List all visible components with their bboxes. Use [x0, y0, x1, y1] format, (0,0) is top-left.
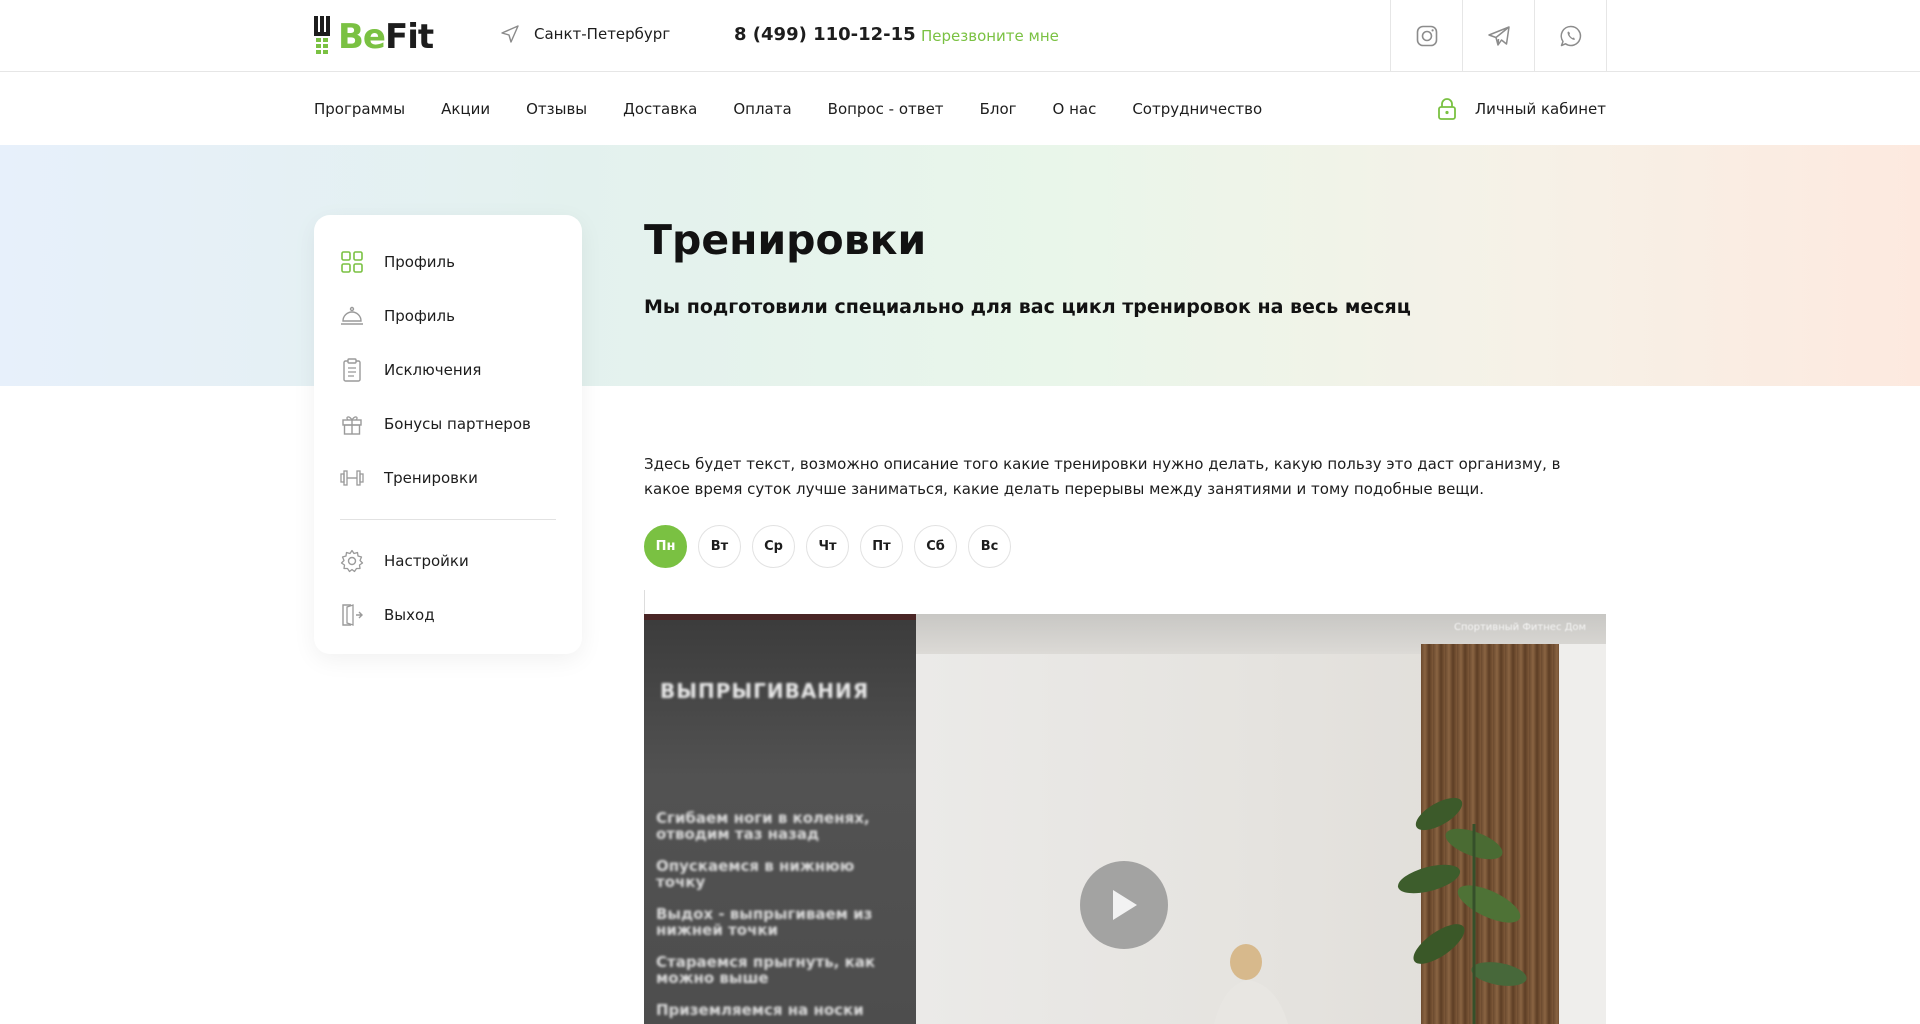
- exercise-step: Стараемся прыгнуть, как можно выше: [656, 953, 876, 987]
- city-selector[interactable]: Санкт-Петербург: [500, 24, 670, 44]
- lock-icon: [1438, 98, 1456, 120]
- gift-icon: [340, 412, 364, 436]
- day-button-wed[interactable]: Ср: [752, 525, 795, 568]
- account-label: Личный кабинет: [1474, 100, 1606, 118]
- nav-item-programs[interactable]: Программы: [314, 100, 405, 118]
- top-header: BeFit Санкт-Петербург 8 (499) 110-12-15 …: [0, 0, 1920, 72]
- sidebar-item-settings[interactable]: Настройки: [340, 534, 582, 588]
- account-sidebar: Профиль Профиль Исключения Бонусы партне…: [314, 215, 582, 654]
- phone-number[interactable]: 8 (499) 110-12-15: [734, 24, 916, 45]
- location-arrow-icon: [501, 25, 519, 43]
- exercise-step: Приземляемся на носки: [656, 1001, 864, 1019]
- nav-item-about[interactable]: О нас: [1053, 100, 1097, 118]
- logout-icon: [340, 603, 364, 627]
- nav-item-payment[interactable]: Оплата: [733, 100, 791, 118]
- whatsapp-icon[interactable]: [1535, 0, 1607, 72]
- day-button-sun[interactable]: Вс: [968, 525, 1011, 568]
- city-label: Санкт-Петербург: [534, 25, 671, 43]
- sidebar-item-label: Тренировки: [384, 469, 478, 487]
- clipboard-icon: [340, 358, 364, 382]
- video-panel-edge: [644, 614, 916, 620]
- cloche-icon: [340, 304, 364, 328]
- exercise-step: Выдох - выпрыгиваем из нижней точки: [656, 905, 873, 939]
- exercise-step: Сгибаем ноги в коленях, отводим таз наза…: [656, 809, 870, 843]
- weekday-selector: Пн Вт Ср Чт Пт Сб Вс: [644, 525, 1011, 568]
- dumbbell-icon: [340, 466, 364, 490]
- sidebar-item-partner-bonuses[interactable]: Бонусы партнеров: [340, 397, 582, 451]
- sidebar-item-logout[interactable]: Выход: [340, 588, 582, 642]
- sidebar-item-exclusions[interactable]: Исключения: [340, 343, 582, 397]
- hero-banner: [0, 145, 1920, 386]
- nav-item-blog[interactable]: Блог: [980, 100, 1017, 118]
- gear-icon: [340, 549, 364, 573]
- logo-text: BeFit: [338, 17, 434, 57]
- page-subtitle: Мы подготовили специально для вас цикл т…: [644, 296, 1411, 318]
- nav-item-faq[interactable]: Вопрос - ответ: [828, 100, 944, 118]
- fork-icon: [314, 16, 330, 54]
- sidebar-item-workouts[interactable]: Тренировки: [340, 451, 582, 505]
- nav-item-delivery[interactable]: Доставка: [623, 100, 697, 118]
- exercise-title: ВЫПРЫГИВАНИЯ: [660, 679, 870, 703]
- day-button-thu[interactable]: Чт: [806, 525, 849, 568]
- account-link[interactable]: Личный кабинет: [1437, 73, 1606, 145]
- plant-image: [1397, 797, 1527, 1024]
- sidebar-divider: [340, 519, 556, 520]
- workout-video[interactable]: ВЫПРЫГИВАНИЯ Сгибаем ноги в коленях, отв…: [644, 614, 1606, 1024]
- play-button[interactable]: [1080, 861, 1168, 949]
- workouts-description: Здесь будет текст, возможно описание тог…: [644, 455, 1561, 498]
- video-watermark: Спортивный Фитнес Дом: [1454, 622, 1587, 633]
- day-button-tue[interactable]: Вт: [698, 525, 741, 568]
- sidebar-item-label: Настройки: [384, 552, 469, 570]
- sidebar-item-label: Выход: [384, 606, 435, 624]
- instagram-icon[interactable]: [1391, 0, 1463, 72]
- nav-menu: Программы Акции Отзывы Доставка Оплата В…: [314, 73, 1262, 145]
- sidebar-item-label: Профиль: [384, 307, 455, 325]
- social-links: [1390, 0, 1607, 72]
- callback-link[interactable]: Перезвоните мне: [921, 27, 1059, 45]
- telegram-icon[interactable]: [1463, 0, 1535, 72]
- athlete-image: [1214, 944, 1288, 1024]
- grid-icon: [340, 250, 364, 274]
- sidebar-item-label: Исключения: [384, 361, 482, 379]
- exercise-step: Опускаемся в нижнюю точку: [656, 857, 855, 891]
- video-frame-edge: [644, 590, 645, 614]
- nav-item-promotions[interactable]: Акции: [441, 100, 490, 118]
- sidebar-item-label: Профиль: [384, 253, 455, 271]
- page-title: Тренировки: [644, 216, 927, 264]
- sidebar-item-profile[interactable]: Профиль: [340, 235, 582, 289]
- exercise-steps: Сгибаем ноги в коленях, отводим таз наза…: [656, 810, 896, 1024]
- day-button-mon[interactable]: Пн: [644, 525, 687, 568]
- day-button-fri[interactable]: Пт: [860, 525, 903, 568]
- sidebar-item-profile-2[interactable]: Профиль: [340, 289, 582, 343]
- nav-item-reviews[interactable]: Отзывы: [526, 100, 587, 118]
- nav-item-cooperation[interactable]: Сотрудничество: [1132, 100, 1262, 118]
- day-button-sat[interactable]: Сб: [914, 525, 957, 568]
- sidebar-item-label: Бонусы партнеров: [384, 415, 531, 433]
- main-navigation: Программы Акции Отзывы Доставка Оплата В…: [0, 73, 1920, 145]
- play-icon: [1113, 890, 1137, 920]
- logo[interactable]: BeFit: [314, 16, 434, 58]
